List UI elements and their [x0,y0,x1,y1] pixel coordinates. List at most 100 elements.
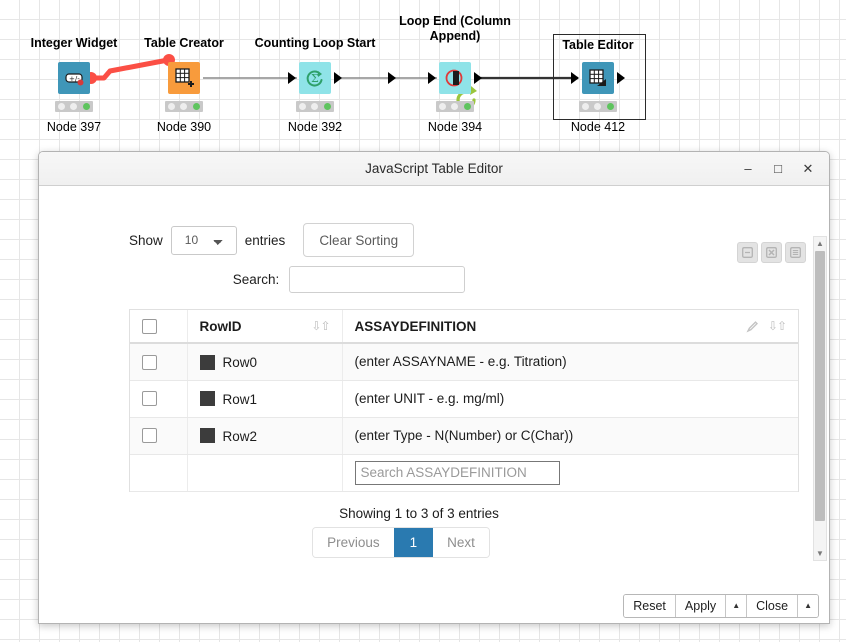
node-status-397 [55,101,93,112]
apply-dropdown-icon[interactable]: ▲ [726,595,748,617]
clear-sorting-button[interactable]: Clear Sorting [303,223,415,257]
filter-rowid-cell [187,454,343,492]
table-editor-icon[interactable] [582,62,614,94]
scrollbar-thumb[interactable] [815,251,825,521]
content-scrollbar[interactable]: ▲ ▼ [813,236,827,561]
status-dot-config [180,103,188,110]
select-all-header [130,310,188,344]
filter-select-cell [130,454,188,492]
node-input-port[interactable] [571,72,579,84]
search-label: Search: [232,272,280,287]
row-select-cell [130,380,188,418]
status-dot-config [70,103,78,110]
status-dot-idle [581,103,589,110]
row-id-cell: Row2 [187,417,343,455]
loop-back-arrow-icon [470,86,477,95]
row-color-swatch [199,428,215,444]
column-header-rowid-label: RowID [199,318,242,334]
node-label: Node 392 [287,120,343,134]
column-header-assaydefinition[interactable]: ASSAYDEFINITION ⇩⇧ [342,310,798,344]
close-dropdown-icon[interactable]: ▲ [798,595,818,617]
node-output-port[interactable] [474,72,482,84]
table-row[interactable]: Row2 (enter Type - N(Number) or C(Char)) [130,417,798,455]
status-dot-idle [298,103,306,110]
sort-icon[interactable]: ⇩⇧ [311,319,330,333]
pagination-next[interactable]: Next [433,527,489,557]
table-editor-dialog[interactable]: JavaScript Table Editor – □ ✕ ▲ ▼ Show 1… [38,151,830,624]
dialog-titlebar[interactable]: JavaScript Table Editor – □ ✕ [39,152,829,186]
edit-pencil-icon[interactable] [746,320,759,333]
column-header-assaydefinition-label: ASSAYDEFINITION [354,318,477,334]
node-label: Node 412 [570,120,626,134]
row-id-label: Row1 [222,391,258,407]
table-row[interactable]: Row1 (enter UNIT - e.g. mg/ml) [130,380,798,418]
node-input-port[interactable] [428,72,436,84]
scroll-down-icon[interactable]: ▼ [814,547,826,560]
pagination-previous[interactable]: Previous [313,527,394,557]
row-id-cell: Row0 [187,343,343,381]
entries-suffix-label: entries [244,232,286,248]
loop-start-glyph: Σ [306,70,323,87]
row-checkbox[interactable] [142,428,157,444]
node-status-392 [296,101,334,112]
status-dot-executed [83,103,91,110]
table-info-text: Showing 1 to 3 of 3 entries [339,505,499,521]
close-icon[interactable]: ✕ [793,156,823,182]
global-search-row: Search: [39,266,797,293]
table-body: Row0 (enter ASSAYNAME - e.g. Titration) … [130,343,798,492]
minimize-icon[interactable]: – [733,156,763,182]
search-input[interactable] [289,266,466,293]
sort-icon[interactable]: ⇩⇧ [768,319,787,333]
connection-red [88,57,175,81]
column-search-input[interactable] [354,460,560,485]
node-output-port[interactable] [334,72,342,84]
row-select-cell [130,343,188,381]
node-label: Node 397 [46,120,102,134]
select-all-checkbox[interactable] [142,318,157,334]
integer-widget-glyph: +/- [65,73,84,86]
status-dot-executed [607,103,615,110]
pagination-page-1[interactable]: 1 [393,527,434,557]
close-button[interactable]: Close [747,595,799,617]
entries-per-page-select[interactable]: 10 [170,225,237,255]
node-status-412 [579,101,617,112]
node-input-port[interactable] [288,72,296,84]
scroll-up-icon[interactable]: ▲ [814,237,826,250]
dialog-button-bar: Reset Apply ▲ Close ▲ [623,594,819,618]
row-id-cell: Row1 [187,380,343,418]
apply-button[interactable]: Apply [675,595,727,617]
window-controls: – □ ✕ [733,152,823,185]
column-header-rowid[interactable]: RowID ⇩⇧ [187,310,343,344]
node-status-390 [165,101,203,112]
loop-end-glyph [445,69,463,87]
maximize-icon[interactable]: □ [763,156,793,182]
assaydefinition-cell[interactable]: (enter UNIT - e.g. mg/ml) [342,380,798,418]
data-table-wrapper: RowID ⇩⇧ ASSAYDEFINITION ⇩⇧ Row0 (enter … [129,309,799,492]
status-dot-config [594,103,602,110]
table-head: RowID ⇩⇧ ASSAYDEFINITION ⇩⇧ [130,310,798,344]
assaydefinition-cell[interactable]: (enter ASSAYNAME - e.g. Titration) [342,343,798,381]
loop-start-icon[interactable]: Σ [299,62,331,94]
row-checkbox[interactable] [142,354,157,370]
status-dot-idle [167,103,175,110]
node-output-port[interactable] [617,72,625,84]
loop-end-icon[interactable] [439,62,471,94]
node-label: Node 390 [156,120,212,134]
table-editor-glyph [589,69,606,86]
table-row[interactable]: Row0 (enter ASSAYNAME - e.g. Titration) [130,343,798,381]
status-dot-executed [324,103,332,110]
reset-button[interactable]: Reset [624,595,676,617]
status-dot-executed [464,103,472,110]
table-view-content: Show 10 entries Clear Sorting Search: Ro… [39,220,799,558]
row-color-swatch [199,391,215,407]
row-checkbox[interactable] [142,391,157,407]
assaydefinition-cell[interactable]: (enter Type - N(Number) or C(Char)) [342,417,798,455]
node-output-port[interactable] [388,72,396,84]
integer-widget-icon[interactable]: +/- [58,62,90,94]
table-creator-glyph [175,68,194,87]
row-select-cell [130,417,188,455]
node-title: Table Creator [144,36,224,50]
status-dot-idle [438,103,446,110]
node-title: Counting Loop Start [254,36,376,50]
table-creator-icon[interactable] [168,62,200,94]
